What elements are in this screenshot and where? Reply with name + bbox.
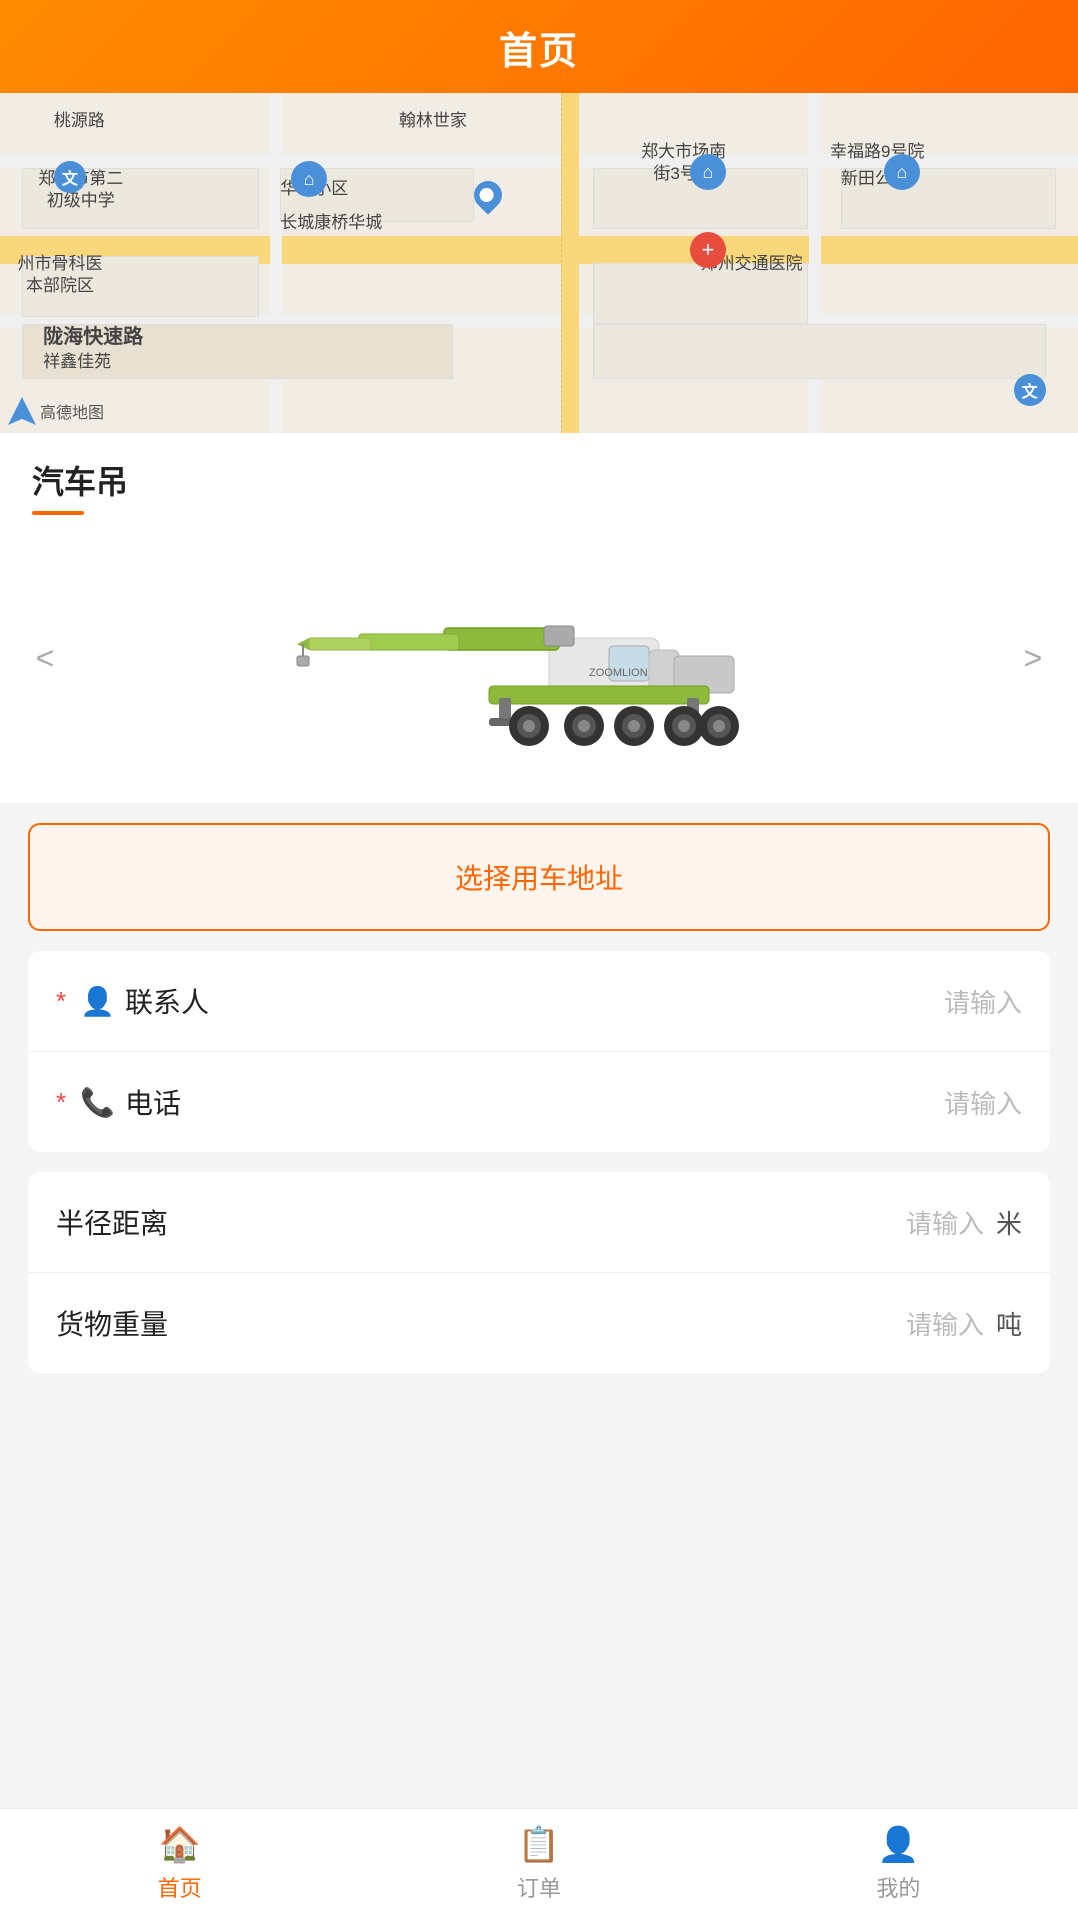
home-icon: 🏠 [158, 1825, 200, 1865]
weight-unit: 吨 [996, 1305, 1022, 1342]
phone-icon: 📞 [80, 1086, 115, 1119]
page-title: 首页 [499, 31, 579, 73]
radius-row: 半径距离 请输入 米 [28, 1172, 1050, 1273]
section-title: 汽车吊 [32, 457, 1046, 503]
contact-row: * 👤 联系人 请输入 [28, 951, 1050, 1052]
map-location-pin [469, 176, 509, 216]
contact-label-text: 联系人 [125, 981, 209, 1021]
nav-order-label: 订单 [517, 1871, 561, 1903]
map-label-hanlin: 翰林世家 [399, 110, 467, 132]
phone-required: * [56, 1087, 66, 1118]
weight-right: 请输入 吨 [906, 1305, 1022, 1342]
nav-order[interactable]: 📋 订单 [359, 1809, 718, 1918]
radius-input[interactable]: 请输入 [906, 1204, 984, 1241]
map-icon-wen: 文 [1014, 374, 1046, 406]
phone-label-text: 电话 [125, 1082, 181, 1122]
mine-icon: 👤 [877, 1825, 919, 1865]
map-area[interactable]: 桃源路 翰林世家 郑大市场南街3号院 幸福路9号院 郑州市第二初级中学 华云小区… [0, 93, 1078, 433]
gaode-text: 高德地图 [40, 399, 104, 423]
map-label-changcheng: 长城康桥华城 [280, 212, 382, 234]
weight-label: 货物重量 [56, 1303, 906, 1343]
contact-required: * [56, 986, 66, 1017]
address-select-button[interactable]: 选择用车地址 [28, 823, 1050, 931]
nav-home[interactable]: 🏠 首页 [0, 1809, 359, 1918]
extras-form: 半径距离 请输入 米 货物重量 请输入 吨 [28, 1172, 1050, 1373]
contact-form: * 👤 联系人 请输入 * 📞 电话 请输入 [28, 951, 1050, 1152]
map-label-guke: 州市骨科医本部院区 [0, 253, 120, 297]
map-icon-xintian: ⌂ [884, 154, 920, 190]
crane-carousel: < [0, 523, 1078, 803]
carousel-prev-button[interactable]: < [20, 633, 70, 683]
nav-mine-label: 我的 [876, 1871, 920, 1903]
nav-home-label: 首页 [158, 1871, 202, 1903]
map-label-zhengda: 郑大市场南街3号院 [604, 141, 764, 185]
map-icon-school: 文 [54, 161, 86, 193]
nav-mine[interactable]: 👤 我的 [719, 1809, 1078, 1918]
svg-text:ZOOMLION: ZOOMLION [589, 667, 648, 679]
gaode-logo: 高德地图 [8, 397, 104, 425]
order-icon: 📋 [518, 1825, 560, 1865]
map-label-longhai: 陇海快速路 [43, 324, 143, 350]
crane-image: ZOOMLION [70, 558, 1008, 758]
address-section: 选择用车地址 [0, 803, 1078, 951]
map-icon-huayun: ⌂ [291, 161, 327, 197]
contact-label: * 👤 联系人 [56, 981, 944, 1021]
section-title-area: 汽车吊 [0, 433, 1078, 523]
section-underline [32, 511, 84, 515]
radius-right: 请输入 米 [906, 1204, 1022, 1241]
weight-row: 货物重量 请输入 吨 [28, 1273, 1050, 1373]
bottom-nav: 🏠 首页 📋 订单 👤 我的 [0, 1808, 1078, 1918]
phone-row: * 📞 电话 请输入 [28, 1052, 1050, 1152]
map-label-taoyuan: 桃源路 [54, 110, 105, 132]
phone-label: * 📞 电话 [56, 1082, 944, 1122]
map-label-jinyuan: 祥鑫佳苑 [43, 351, 111, 373]
radius-unit: 米 [996, 1204, 1022, 1241]
phone-input[interactable]: 请输入 [944, 1084, 1022, 1121]
carousel-next-button[interactable]: > [1008, 633, 1058, 683]
header: 首页 [0, 0, 1078, 93]
contact-input[interactable]: 请输入 [944, 983, 1022, 1020]
person-icon: 👤 [80, 985, 115, 1018]
map-icon-zhengda: ⌂ [690, 154, 726, 190]
weight-input[interactable]: 请输入 [906, 1305, 984, 1342]
radius-label: 半径距离 [56, 1202, 906, 1242]
